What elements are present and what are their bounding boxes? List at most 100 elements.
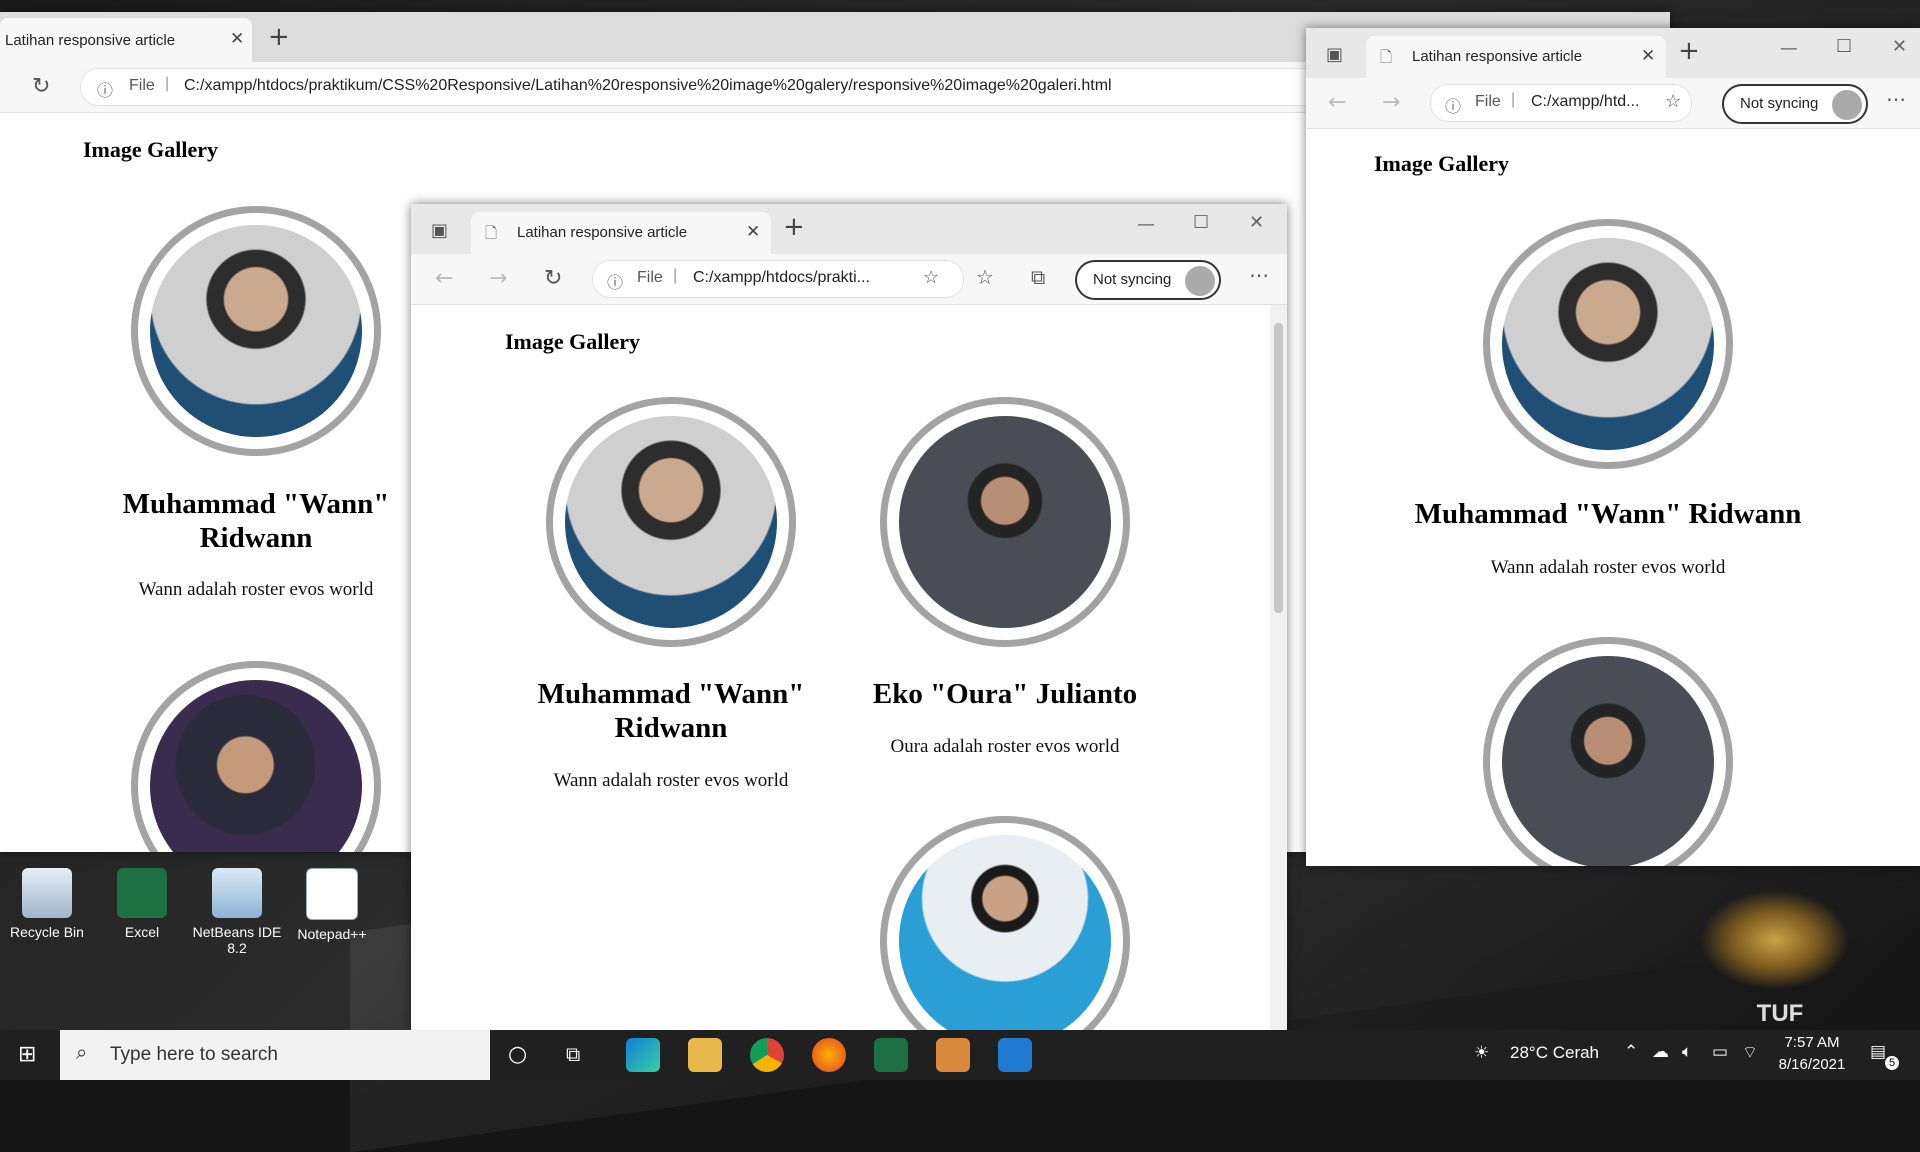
close-window-icon[interactable]: ✕ bbox=[1892, 36, 1907, 57]
tab-close-icon[interactable]: ✕ bbox=[1641, 46, 1655, 66]
task-view-icon[interactable]: ⧉ bbox=[566, 1042, 580, 1066]
excel-icon bbox=[117, 868, 167, 918]
back-icon[interactable]: ← bbox=[435, 266, 453, 291]
wifi-icon[interactable]: ⌔ bbox=[1742, 1042, 1758, 1063]
tab-active[interactable]: 🗋 Latihan responsive article ✕ bbox=[1366, 36, 1666, 78]
tab-active[interactable]: 🗋 Latihan responsive article ✕ bbox=[471, 212, 771, 254]
tab-close-icon[interactable]: ✕ bbox=[746, 222, 760, 242]
url-text: C:/xampp/htdocs/prakti... bbox=[693, 269, 870, 286]
gallery-title: Image Gallery bbox=[505, 329, 641, 354]
collections-icon[interactable]: ⧉ bbox=[1031, 265, 1045, 289]
desktop-icon-excel[interactable]: Excel bbox=[97, 868, 187, 940]
address-bar[interactable]: ⓘ File | C:/xampp/htd... ☆ bbox=[1430, 84, 1692, 122]
page-icon: 🗋 bbox=[485, 225, 498, 242]
page-content: Image Gallery Muhammad "Wann" Ridwann Ek… bbox=[411, 305, 1287, 1030]
third-photo bbox=[899, 835, 1111, 1030]
wann-photo bbox=[150, 225, 362, 437]
profile-sync-button[interactable]: Not syncing bbox=[1075, 260, 1221, 300]
card-description: Wann adalah roster evos world bbox=[1490, 557, 1726, 578]
tab-title: Latihan responsive article bbox=[5, 32, 176, 49]
tab-strip: ▣ 🗋 Latihan responsive article ✕ + — ☐ ✕ bbox=[1306, 28, 1920, 78]
maximize-icon[interactable]: ☐ bbox=[1836, 36, 1852, 57]
clock-time[interactable]: 7:57 AM bbox=[1772, 1034, 1852, 1051]
tab-active[interactable]: Latihan responsive article ✕ bbox=[0, 18, 252, 62]
taskbar: ⊞ ⌕ Type here to search ○ ⧉ ☀ 28°C Cerah… bbox=[0, 1030, 1920, 1080]
tab-close-icon[interactable]: ✕ bbox=[230, 29, 244, 49]
gallery-title: Image Gallery bbox=[83, 137, 219, 162]
favorites-icon[interactable]: ☆ bbox=[976, 265, 994, 289]
windows-start-icon[interactable]: ⊞ bbox=[18, 1042, 36, 1067]
card-name-oura: Eko "Oura" Julianto bbox=[872, 678, 1138, 710]
address-divider: | bbox=[165, 75, 170, 92]
scrollbar[interactable] bbox=[1270, 305, 1287, 1030]
card-name: Muhammad "Wann" Ridwann bbox=[122, 488, 390, 554]
browser-window-middle: ▣ 🗋 Latihan responsive article ✕ + — ☐ ✕… bbox=[411, 204, 1287, 1030]
wann-photo bbox=[1502, 238, 1714, 450]
card-name-wann: Muhammad "Wann" Ridwann bbox=[537, 678, 805, 744]
tab-title: Latihan responsive article bbox=[1412, 48, 1583, 65]
gallery-title: Image Gallery bbox=[1374, 151, 1510, 176]
back-icon[interactable]: ← bbox=[1328, 90, 1346, 115]
vscode-taskbar-icon[interactable] bbox=[998, 1038, 1032, 1072]
firefox-taskbar-icon[interactable] bbox=[812, 1038, 846, 1072]
oura-photo bbox=[1502, 656, 1714, 866]
sync-label: Not syncing bbox=[1093, 271, 1172, 288]
cortana-icon[interactable]: ○ bbox=[508, 1042, 527, 1067]
refresh-icon[interactable]: ↻ bbox=[32, 74, 50, 99]
close-window-icon[interactable]: ✕ bbox=[1249, 212, 1264, 233]
file-label: File bbox=[129, 77, 155, 94]
notification-count: 5 bbox=[1885, 1056, 1899, 1070]
volume-icon[interactable]: 🔈︎ bbox=[1682, 1042, 1692, 1062]
weather-text[interactable]: 28°C Cerah bbox=[1510, 1043, 1599, 1063]
onedrive-icon[interactable]: ☁ bbox=[1652, 1042, 1669, 1062]
forward-icon[interactable]: → bbox=[1382, 90, 1400, 115]
address-bar[interactable]: ⓘ File | C:/xampp/htdocs/prakti... ☆ bbox=[592, 260, 964, 298]
avatar-wann bbox=[131, 206, 381, 456]
chrome-taskbar-icon[interactable] bbox=[750, 1038, 784, 1072]
avatar-wann bbox=[546, 397, 796, 647]
add-favorite-icon[interactable]: ☆ bbox=[1665, 91, 1681, 112]
taskbar-search[interactable]: ⌕ Type here to search bbox=[60, 1030, 490, 1080]
tuf-logo bbox=[1700, 890, 1850, 990]
profile-avatar-icon bbox=[1832, 90, 1862, 120]
refresh-icon[interactable]: ↻ bbox=[544, 266, 562, 291]
info-icon: ⓘ bbox=[607, 275, 624, 292]
more-menu-icon[interactable]: ⋯ bbox=[1886, 87, 1906, 111]
profile-sync-button[interactable]: Not syncing bbox=[1722, 84, 1868, 124]
edge-taskbar-icon[interactable] bbox=[626, 1038, 660, 1072]
add-favorite-icon[interactable]: ☆ bbox=[923, 267, 939, 288]
excel-taskbar-icon[interactable] bbox=[874, 1038, 908, 1072]
avatar-oura bbox=[880, 397, 1130, 647]
tab-actions-icon[interactable]: ▣ bbox=[1326, 44, 1343, 65]
new-tab-icon[interactable]: + bbox=[268, 22, 290, 52]
clock-date[interactable]: 8/16/2021 bbox=[1772, 1056, 1852, 1073]
forward-icon[interactable]: → bbox=[489, 266, 507, 291]
new-tab-icon[interactable]: + bbox=[783, 212, 805, 242]
more-menu-icon[interactable]: ⋯ bbox=[1249, 263, 1269, 287]
desktop-icon-netbeans[interactable]: NetBeans IDE 8.2 bbox=[192, 868, 282, 956]
battery-icon[interactable]: ▭ bbox=[1712, 1042, 1728, 1062]
card-description: Wann adalah roster evos world bbox=[138, 579, 374, 600]
file-explorer-taskbar-icon[interactable] bbox=[688, 1038, 722, 1072]
minimize-icon[interactable]: — bbox=[1137, 214, 1155, 235]
profile-avatar-icon bbox=[1185, 266, 1215, 296]
scrollbar-thumb[interactable] bbox=[1274, 323, 1283, 613]
tab-actions-icon[interactable]: ▣ bbox=[431, 220, 448, 241]
desktop-icon-recycle-bin[interactable]: Recycle Bin bbox=[2, 868, 92, 940]
avatar-oura bbox=[1483, 637, 1733, 866]
notifications-icon[interactable]: ▤ bbox=[1870, 1042, 1886, 1062]
avatar-wann bbox=[1483, 219, 1733, 469]
file-label: File bbox=[1475, 93, 1501, 110]
xampp-taskbar-icon[interactable] bbox=[936, 1038, 970, 1072]
desktop-icon-notepad-plus-plus[interactable]: Notepad++ bbox=[287, 868, 377, 942]
maximize-icon[interactable]: ☐ bbox=[1193, 212, 1209, 233]
chevron-up-icon[interactable]: ⌃ bbox=[1624, 1042, 1638, 1062]
minimize-icon[interactable]: — bbox=[1780, 38, 1798, 59]
new-tab-icon[interactable]: + bbox=[1678, 36, 1700, 66]
url-text: C:/xampp/htdocs/praktikum/CSS%20Responsi… bbox=[184, 77, 1112, 94]
tab-title: Latihan responsive article bbox=[517, 224, 688, 241]
weather-icon: ☀ bbox=[1474, 1043, 1490, 1063]
recycle-bin-icon bbox=[22, 868, 72, 918]
toolbar: ← → ⓘ File | C:/xampp/htd... ☆ Not synci… bbox=[1306, 78, 1920, 129]
address-bar[interactable]: ⓘ File | C:/xampp/htdocs/praktikum/CSS%2… bbox=[80, 68, 1322, 106]
